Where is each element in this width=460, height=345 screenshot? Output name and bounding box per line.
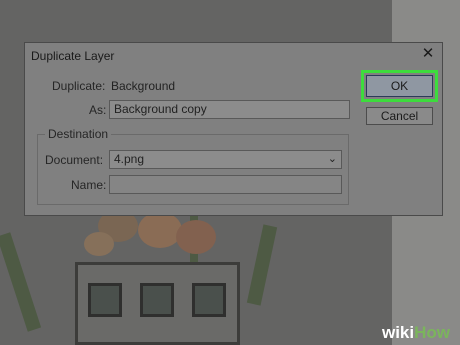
duplicate-value: Background [111,79,176,93]
watermark-wiki: wiki [381,323,415,342]
window-shape [140,283,174,317]
close-icon[interactable]: ✕ [420,46,436,62]
flower-shape [84,232,114,256]
destination-group [37,134,349,205]
wikihow-watermark: wikiHow [382,323,450,343]
flower-shape [138,212,182,248]
document-label: Document: [45,153,104,167]
destination-legend: Destination [45,127,112,141]
ok-button[interactable]: OK [366,75,433,97]
document-select-value: 4.png [114,152,145,166]
cancel-button[interactable]: Cancel [366,107,433,125]
chevron-down-icon: ⌄ [327,153,337,165]
name-input[interactable] [109,175,342,194]
name-label: Name: [71,178,107,192]
watermark-how: How [414,323,450,342]
window-shape [192,283,226,317]
house-shape [75,262,240,345]
document-select[interactable]: 4.png ⌄ [109,150,342,169]
window-shape [88,283,122,317]
flower-shape [176,220,216,254]
as-name-input[interactable]: Background copy [109,100,350,119]
duplicate-layer-dialog: Duplicate Layer ✕ Duplicate: Background … [24,42,443,216]
duplicate-label: Duplicate: [52,79,106,93]
as-label: As: [89,103,107,117]
dialog-title: Duplicate Layer [31,49,115,63]
